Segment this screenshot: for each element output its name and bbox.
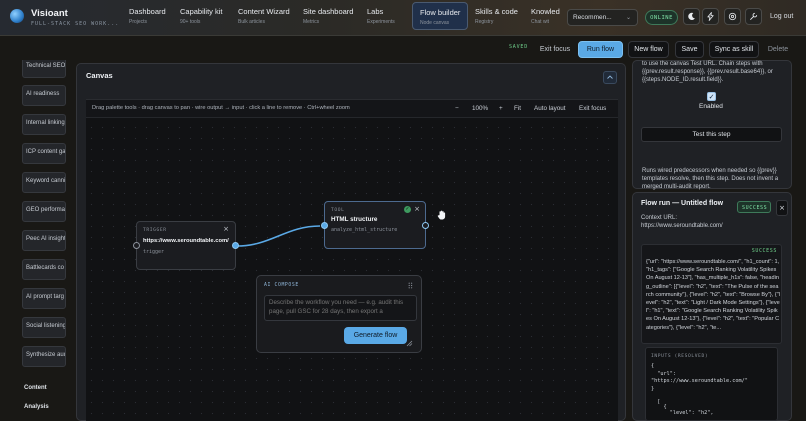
tool-node[interactable]: TOOL ✓ × HTML structure analyze_html_str… <box>321 201 429 249</box>
online-badge: ONLINE <box>645 10 678 25</box>
brand-name: Visioant <box>31 8 68 19</box>
output-port[interactable] <box>232 242 239 249</box>
node-subtitle: trigger <box>143 249 165 255</box>
lightning-icon <box>707 12 714 21</box>
result-json-box: SUCCESS {"url": "https://www.seroundtabl… <box>641 244 782 344</box>
palette-item[interactable]: AI prompt targ <box>22 288 66 309</box>
palette-item[interactable]: AI readiness <box>22 85 66 106</box>
collapse-button[interactable] <box>603 71 617 84</box>
close-icon: × <box>779 204 785 212</box>
success-check-icon: ✓ <box>404 206 411 213</box>
run-status-badge: SUCCESS <box>737 201 771 213</box>
nav-knowledge[interactable]: Knowled Chat wit <box>531 7 560 25</box>
input-port[interactable] <box>321 222 328 229</box>
inputs-line: "url": <box>651 371 676 377</box>
workflow-description-input[interactable] <box>264 295 417 321</box>
output-port[interactable] <box>422 222 429 229</box>
node-type-label: TOOL <box>331 208 345 213</box>
close-icon[interactable]: × <box>414 205 420 213</box>
run-flow-button[interactable]: Run flow <box>578 41 623 58</box>
nav-dashboard[interactable]: Dashboard Projects <box>129 7 166 25</box>
chevron-up-icon <box>607 75 613 79</box>
node-title: HTML structure <box>331 216 378 223</box>
settings-button[interactable] <box>724 8 741 25</box>
resize-handle-icon[interactable] <box>406 340 413 347</box>
nav-labs[interactable]: Labs Experiments <box>367 7 395 25</box>
palette-item[interactable]: Internal linking <box>22 114 66 135</box>
logo-icon <box>10 9 24 23</box>
inputs-line: { <box>651 363 655 369</box>
inputs-line: "https://www.seroundtable.com/" <box>651 378 748 384</box>
palette-item[interactable]: Battlecards co <box>22 259 66 280</box>
save-button[interactable]: Save <box>675 41 704 58</box>
delete-button[interactable]: Delete <box>764 41 792 58</box>
inputs-line: } <box>651 386 655 392</box>
result-status: SUCCESS <box>751 248 777 254</box>
chevron-down-icon: ⌄ <box>625 15 631 21</box>
node-type-label: TRIGGER <box>143 228 167 233</box>
canvas-panel: Canvas Drag palette tools · drag canvas … <box>76 63 626 421</box>
ai-compose-label: AI COMPOSE <box>264 283 299 288</box>
tools-button[interactable] <box>745 8 762 25</box>
nav-skills-code[interactable]: Skills & code Registry <box>475 7 518 25</box>
palette-item[interactable]: Synthesize aud <box>22 346 66 367</box>
flow-canvas[interactable]: Drag palette tools · drag canvas to pan … <box>86 99 618 421</box>
top-nav: Visioant FULL-STACK SEO WORK... Dashboar… <box>0 0 806 36</box>
nav-flow-builder[interactable]: Flow builder Node canvas <box>412 2 469 30</box>
inputs-label: INPUTS (RESOLVED) <box>651 354 709 359</box>
palette-item[interactable]: Keyword canni <box>22 172 66 193</box>
template-help-text: to use the canvas Test URL. Chain steps … <box>642 61 773 83</box>
ai-compose-panel: AI COMPOSE Generate flow <box>256 275 422 353</box>
palette-item[interactable]: Peec AI insight <box>22 230 66 251</box>
model-select[interactable]: Recommen... ⌄ <box>567 9 638 26</box>
section-analysis[interactable]: Analysis <box>24 401 68 415</box>
node-subtitle: analyze_html_structure <box>331 227 398 233</box>
palette-item[interactable]: Technical SEO <box>22 60 66 78</box>
test-step-button[interactable]: Test this step <box>641 127 782 142</box>
close-icon[interactable]: × <box>223 225 229 233</box>
context-label: Context URL: <box>641 215 678 221</box>
palette-item[interactable]: Social listening <box>22 317 66 338</box>
canvas-title: Canvas <box>86 71 113 80</box>
palette-item[interactable]: GEO performa <box>22 201 66 222</box>
saved-status: SAVED <box>509 44 529 50</box>
context-url: https://www.seroundtable.com/ <box>641 223 723 229</box>
gear-icon <box>728 12 737 21</box>
nav-content-wizard[interactable]: Content Wizard Bulk articles <box>238 7 290 25</box>
nav-capability-kit[interactable]: Capability kit 90+ tools <box>180 7 223 25</box>
inputs-box: INPUTS (RESOLVED) { "url": "https://www.… <box>645 347 778 421</box>
output-line: "level": "h2", <box>651 410 714 416</box>
logout-link[interactable]: Log out <box>770 13 793 20</box>
tool-palette: Technical SEO AI readiness Internal link… <box>18 60 68 421</box>
step-config-panel: to use the canvas Test URL. Chain steps … <box>632 60 792 190</box>
node-title: https://www.seroundtable.com/ <box>143 238 229 244</box>
run-title: Flow run — Untitled flow <box>641 200 724 207</box>
input-port[interactable] <box>133 242 140 249</box>
brand-tagline: FULL-STACK SEO WORK... <box>31 21 120 27</box>
trigger-node[interactable]: TRIGGER × https://www.seroundtable.com/ … <box>133 221 239 270</box>
close-run-button[interactable]: × <box>776 200 788 216</box>
section-content[interactable]: Content <box>24 382 68 396</box>
hand-cursor-icon <box>437 210 446 220</box>
enabled-label: Enabled <box>699 103 723 110</box>
new-flow-button[interactable]: New flow <box>628 41 669 58</box>
exit-focus-button[interactable]: Exit focus <box>536 41 574 58</box>
palette-item[interactable]: ICP content ga <box>22 143 66 164</box>
quick-action-button[interactable] <box>702 8 719 25</box>
sync-skill-button[interactable]: Sync as skill <box>709 41 759 58</box>
moon-icon <box>688 12 695 20</box>
wrench-icon <box>750 12 758 20</box>
nav-site-dashboard[interactable]: Site dashboard Metrics <box>303 7 353 25</box>
enabled-checkbox[interactable]: ✓ <box>707 92 716 101</box>
result-json: {"url": "https://www.seroundtable.com/",… <box>646 259 780 331</box>
theme-toggle-button[interactable] <box>683 8 700 25</box>
step-note: Runs wired predecessors when needed so {… <box>642 168 779 190</box>
drag-handle-icon[interactable] <box>408 282 413 289</box>
generate-flow-button[interactable]: Generate flow <box>344 327 407 344</box>
